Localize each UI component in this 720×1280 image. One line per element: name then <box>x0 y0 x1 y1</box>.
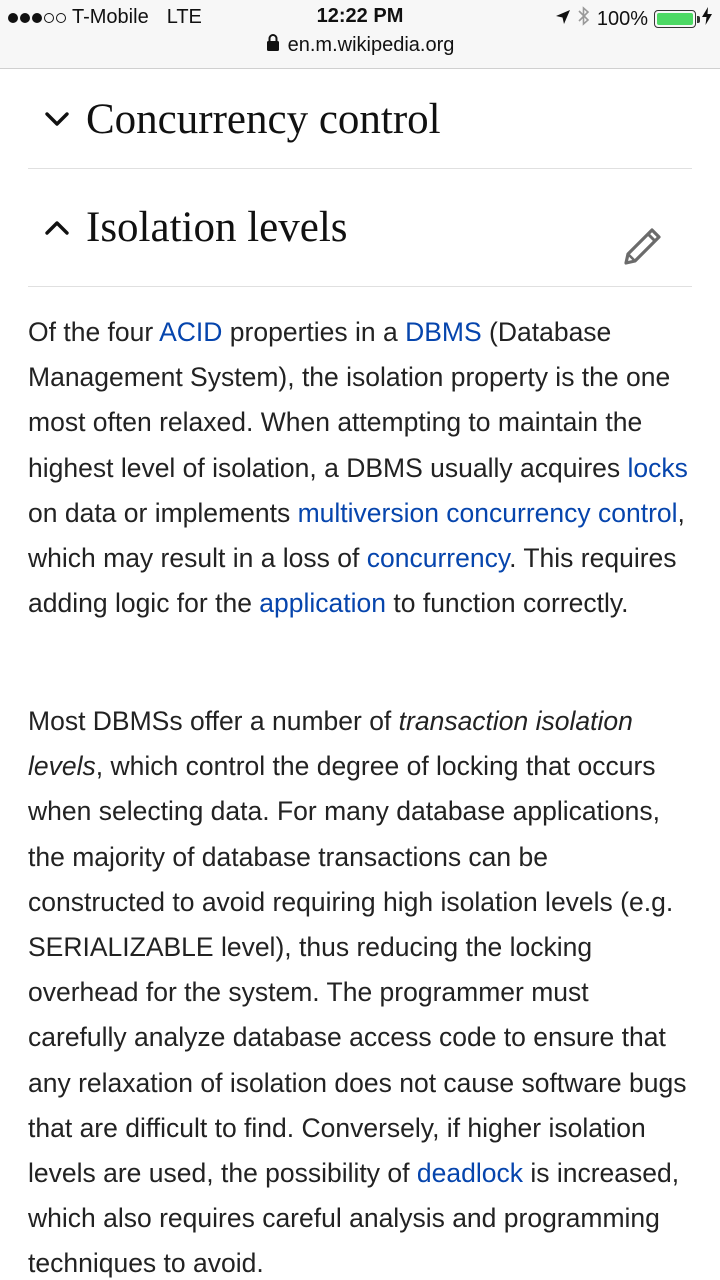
status-right: 100% <box>555 6 712 32</box>
lock-icon <box>266 34 280 57</box>
link-locks[interactable]: locks <box>628 453 688 483</box>
paragraph-1: Of the four ACID properties in a DBMS (D… <box>28 310 692 626</box>
url-domain[interactable]: en.m.wikipedia.org <box>288 34 455 57</box>
link-multiversion-concurrency-control[interactable]: multiversion concurrency control <box>298 498 678 528</box>
location-arrow-icon <box>555 8 571 31</box>
link-dbms[interactable]: DBMS <box>405 317 482 347</box>
url-bar[interactable]: en.m.wikipedia.org <box>0 34 720 57</box>
text: , which control the degree of locking th… <box>28 751 687 1189</box>
link-deadlock[interactable]: deadlock <box>417 1158 523 1188</box>
battery-icon <box>654 10 700 28</box>
edit-pencil-icon[interactable] <box>622 225 664 267</box>
charging-bolt-icon <box>702 7 712 31</box>
link-concurrency[interactable]: concurrency <box>367 543 509 573</box>
section-header[interactable]: Concurrency control <box>28 70 692 168</box>
section-title-concurrency[interactable]: Concurrency control <box>86 95 441 144</box>
browser-top-bar: T-Mobile LTE 12:22 PM 100% en.m.wikipedi… <box>0 0 720 69</box>
chevron-up-icon[interactable] <box>42 213 72 243</box>
text: Of the four <box>28 317 160 347</box>
link-application[interactable]: application <box>259 588 386 618</box>
section-concurrency-control[interactable]: Concurrency control <box>28 70 692 169</box>
text: properties in a <box>222 317 406 347</box>
section-isolation-levels[interactable]: Isolation levels <box>28 169 692 287</box>
text: Most DBMSs offer a number of <box>28 706 399 736</box>
section-title-isolation[interactable]: Isolation levels <box>86 203 348 252</box>
bluetooth-icon <box>577 6 591 32</box>
section-header[interactable]: Isolation levels <box>28 169 692 286</box>
link-acid[interactable]: ACID <box>159 317 222 347</box>
chevron-down-icon[interactable] <box>42 104 72 134</box>
text: to function correctly. <box>386 588 629 619</box>
battery-percent: 100% <box>596 7 648 30</box>
text: on data or implements <box>28 497 298 528</box>
paragraph-2: Most DBMSs offer a number of transaction… <box>28 699 692 1280</box>
